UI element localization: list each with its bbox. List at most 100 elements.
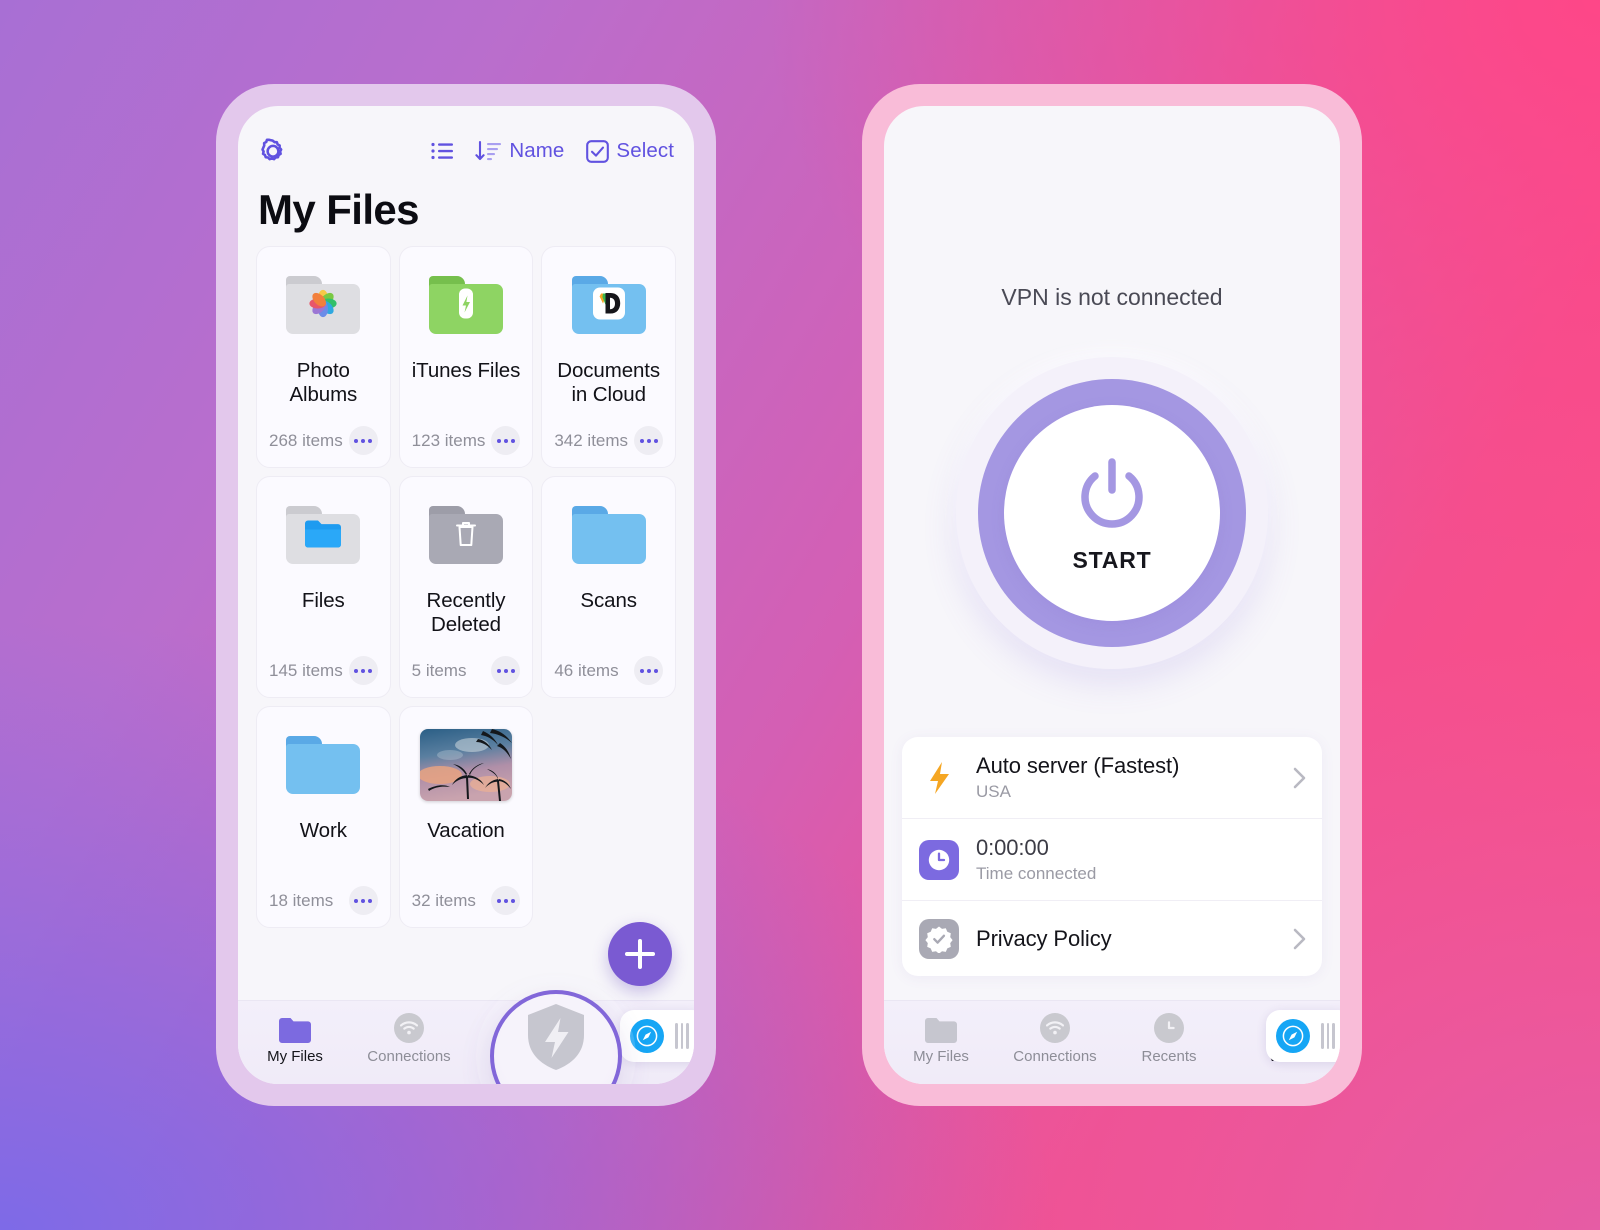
files-grid: Photo Albums 268 items iTunes Files 123 … — [256, 246, 676, 928]
folder-more-button[interactable] — [491, 426, 521, 455]
chevron-right-icon — [1293, 928, 1306, 949]
tab-label: My Files — [913, 1048, 969, 1065]
vpn-tabbar: My Files Connections Recents — [884, 1000, 1340, 1084]
card-footer: 32 items — [412, 886, 521, 915]
vpn-row-text: Auto server (Fastest) USA — [976, 753, 1277, 802]
folder-item-count: 145 items — [269, 660, 343, 680]
list-view-icon[interactable] — [431, 142, 454, 160]
power-icon — [1069, 452, 1155, 543]
tab-label: Connections — [367, 1048, 451, 1065]
folder-item-count: 18 items — [269, 890, 334, 910]
gear-icon[interactable] — [258, 136, 288, 166]
folder-card-documents-in-cloud[interactable]: Documents in Cloud 342 items — [541, 246, 676, 468]
folder-card-files[interactable]: Files 145 items — [256, 476, 391, 698]
card-footer: 18 items — [269, 886, 378, 915]
phone-frame-vpn: VPN is not connected START Auto server (… — [862, 84, 1362, 1106]
add-button[interactable] — [608, 922, 672, 986]
select-button[interactable]: Select — [586, 139, 674, 163]
vpn-row-title: Auto server (Fastest) — [976, 753, 1180, 778]
vpn-status-text: VPN is not connected — [1001, 284, 1223, 310]
vpn-start-button[interactable]: START — [1004, 405, 1220, 621]
blue-folder-icon — [571, 499, 646, 571]
folder-name: Scans — [580, 589, 637, 612]
folder-more-button[interactable] — [634, 426, 663, 455]
vpn-screen: VPN is not connected START Auto server (… — [884, 106, 1340, 1084]
folder-item-count: 268 items — [269, 430, 343, 450]
tab-my-files[interactable]: My Files — [238, 1013, 352, 1065]
photos-folder-icon — [286, 269, 361, 341]
folder-card-work[interactable]: Work 18 items — [256, 706, 391, 928]
vpn-options-list: Auto server (Fastest) USA 0:00:00 Time c… — [902, 737, 1322, 976]
itunes-folder-icon — [428, 269, 503, 341]
photo-thumbnail — [419, 729, 512, 801]
folder-item-count: 5 items — [411, 660, 467, 680]
card-footer: 342 items — [554, 426, 663, 455]
folder-name: Documents in Cloud — [557, 359, 661, 407]
files-screen: Name Select My Files Photo Albums 268 it… — [238, 106, 694, 1084]
folder-more-button[interactable] — [491, 656, 521, 685]
vpn-tab-label: VPN — [530, 1081, 581, 1084]
vpn-row-auto-server[interactable]: Auto server (Fastest) USA — [902, 737, 1322, 818]
folder-name: iTunes Files — [411, 359, 521, 382]
sort-label: Name — [509, 139, 565, 162]
drag-handle-icon[interactable] — [675, 1023, 689, 1049]
folder-more-button[interactable] — [348, 426, 378, 455]
wifi-icon — [394, 1013, 424, 1043]
files-grid-container: Photo Albums 268 items iTunes Files 123 … — [238, 246, 694, 1000]
files-toolbar: Name Select — [238, 106, 694, 170]
phone-frame-files: Name Select My Files Photo Albums 268 it… — [216, 84, 716, 1106]
vpn-row-time-connected: 0:00:00 Time connected — [902, 818, 1322, 900]
lightning-bolt-icon — [918, 760, 960, 796]
safari-compass-icon[interactable] — [1276, 1019, 1310, 1053]
safari-pill[interactable] — [1266, 1010, 1340, 1062]
power-button-ring: START — [978, 379, 1246, 647]
vpn-row-title: 0:00:00 — [976, 835, 1049, 860]
folder-card-scans[interactable]: Scans 46 items — [541, 476, 676, 698]
card-footer: 145 items — [269, 656, 378, 685]
folder-card-itunes-files[interactable]: iTunes Files 123 items — [398, 246, 534, 468]
folder-name: Vacation — [427, 819, 505, 842]
tab-label: Connections — [1013, 1048, 1097, 1065]
tab-connections[interactable]: Connections — [352, 1013, 466, 1065]
folder-name: Recently Deleted — [426, 589, 506, 637]
wifi-icon — [1040, 1013, 1070, 1043]
files-tabbar: My Files Connections — [238, 1000, 694, 1084]
card-footer: 5 items — [412, 656, 521, 685]
folder-item-count: 342 items — [554, 430, 629, 450]
folder-more-button[interactable] — [348, 886, 378, 915]
drag-handle-icon[interactable] — [1321, 1023, 1335, 1049]
folder-card-photo-albums[interactable]: Photo Albums 268 items — [256, 246, 391, 468]
safari-pill[interactable] — [620, 1010, 694, 1062]
verified-badge-icon — [918, 918, 960, 959]
folder-item-count: 123 items — [411, 430, 486, 450]
files-folder-icon — [286, 499, 361, 571]
blue-folder-icon — [286, 729, 361, 801]
folder-card-vacation[interactable]: Vacation 32 items — [398, 706, 534, 928]
vpn-row-privacy-policy[interactable]: Privacy Policy — [902, 900, 1322, 976]
power-button-outer: START — [956, 357, 1268, 669]
vpn-shield-icon — [525, 1002, 587, 1077]
tab-recents[interactable]: Recents — [1112, 1013, 1226, 1065]
vpn-row-text: Privacy Policy — [976, 926, 1277, 952]
tab-label: Recents — [1141, 1048, 1197, 1065]
documents-cloud-folder-icon — [571, 269, 646, 341]
power-button-label: START — [1072, 547, 1152, 573]
tab-my-files[interactable]: My Files — [884, 1013, 998, 1065]
vpn-row-text: 0:00:00 Time connected — [976, 835, 1306, 884]
folder-name: Files — [301, 589, 345, 612]
tab-connections[interactable]: Connections — [998, 1013, 1112, 1065]
folder-more-button[interactable] — [634, 656, 663, 685]
safari-compass-icon[interactable] — [630, 1019, 664, 1053]
trash-folder-icon — [428, 499, 503, 571]
chevron-right-icon — [1293, 767, 1306, 788]
folder-card-recently-deleted[interactable]: Recently Deleted 5 items — [398, 476, 534, 698]
card-footer: 268 items — [269, 426, 378, 455]
folder-more-button[interactable] — [348, 656, 378, 685]
sort-by-name-button[interactable]: Name — [475, 139, 564, 163]
folder-icon — [279, 1013, 311, 1043]
folder-more-button[interactable] — [491, 886, 521, 915]
tab-label: My Files — [267, 1048, 323, 1065]
vpn-row-title: Privacy Policy — [976, 925, 1112, 951]
page-title: My Files — [258, 186, 420, 233]
vpn-row-subtitle: Time connected — [976, 864, 1097, 883]
